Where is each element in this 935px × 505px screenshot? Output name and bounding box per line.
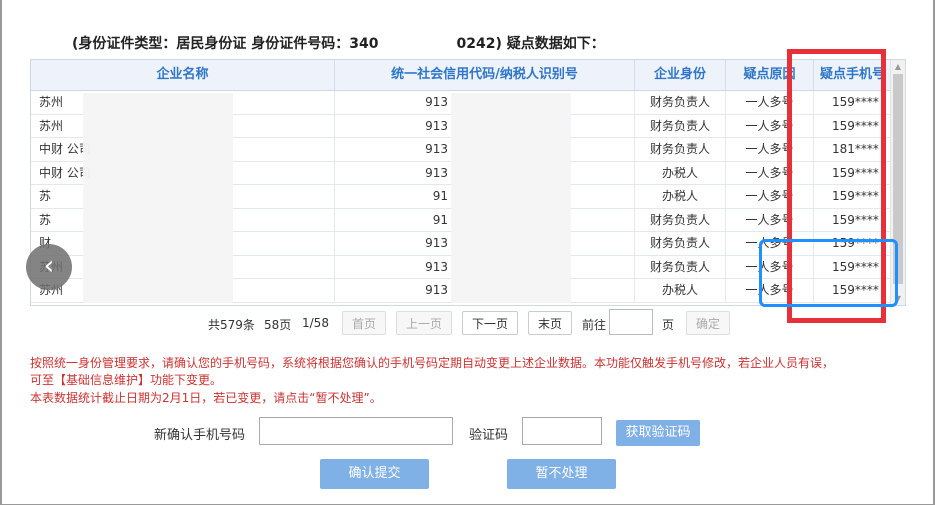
next-page-button[interactable]: 下一页 (462, 311, 519, 335)
pagination: 共579条 58页 1/58 首页 上一页 下一页 末页 前往 页 确定 (30, 305, 904, 341)
header-role[interactable]: 企业身份 (635, 60, 726, 90)
redaction-blur (451, 93, 571, 303)
prev-page-button[interactable]: 上一页 (396, 311, 453, 335)
title-prefix: (身份证件类型：居民身份证 身份证件号码：340 (72, 36, 379, 52)
page-title: (身份证件类型：居民身份证 身份证件号码：340 0242) 疑点数据如下： (72, 33, 605, 53)
verify-code-input[interactable] (522, 417, 602, 445)
cell-role: 办税人 (635, 279, 726, 302)
notice-line-1: 按照统一身份管理要求，请确认您的手机号码，系统将根据您确认的手机号码定期自动变更… (30, 356, 835, 370)
highlight-blue-box (759, 239, 898, 307)
cell-role: 财务负责人 (635, 138, 726, 161)
title-suffix: 0242) 疑点数据如下： (456, 36, 605, 52)
get-code-button[interactable]: 获取验证码 (616, 420, 700, 446)
phone-label: 新确认手机号码 (154, 428, 246, 443)
goto-confirm-button[interactable]: 确定 (686, 311, 731, 335)
code-label: 验证码 (469, 428, 509, 443)
notice-line-3: 本表数据统计截止日期为2月1日，若已变更，请点击“暂不处理”。 (30, 391, 382, 405)
redaction-blur (83, 93, 233, 303)
cell-role: 办税人 (635, 161, 726, 185)
header-credit-code[interactable]: 统一社会信用代码/纳税人识别号 (335, 60, 635, 90)
submit-button[interactable]: 确认提交 (320, 459, 429, 489)
notice-line-2: 可至【基础信息维护】功能下变更。 (30, 373, 223, 387)
header-company-name[interactable]: 企业名称 (31, 60, 335, 90)
cell-role: 财务负责人 (635, 255, 726, 279)
chevron-left-icon[interactable]: ‹ (26, 244, 72, 290)
new-phone-input[interactable] (259, 417, 453, 445)
cell-role: 财务负责人 (635, 91, 726, 114)
last-page-button[interactable]: 末页 (528, 311, 573, 335)
goto-label: 前往 (582, 318, 607, 332)
scroll-up-icon[interactable]: ▲ (891, 60, 905, 73)
page-unit-label: 页 (662, 318, 675, 332)
left-edge (0, 0, 2, 505)
current-page: 1/58 (302, 316, 329, 330)
cell-role: 财务负责人 (635, 114, 726, 138)
page-count: 58页 (264, 318, 292, 332)
first-page-button[interactable]: 首页 (342, 311, 387, 335)
cell-role: 财务负责人 (635, 232, 726, 255)
skip-button[interactable]: 暂不处理 (507, 459, 616, 489)
total-count: 共579条 (208, 318, 255, 332)
table-header: 企业名称 统一社会信用代码/纳税人识别号 企业身份 疑点原因 疑点手机号 (31, 60, 891, 91)
redaction (378, 34, 457, 48)
goto-page-input[interactable] (609, 309, 653, 335)
cell-role: 办税人 (635, 185, 726, 208)
cell-role: 财务负责人 (635, 208, 726, 232)
